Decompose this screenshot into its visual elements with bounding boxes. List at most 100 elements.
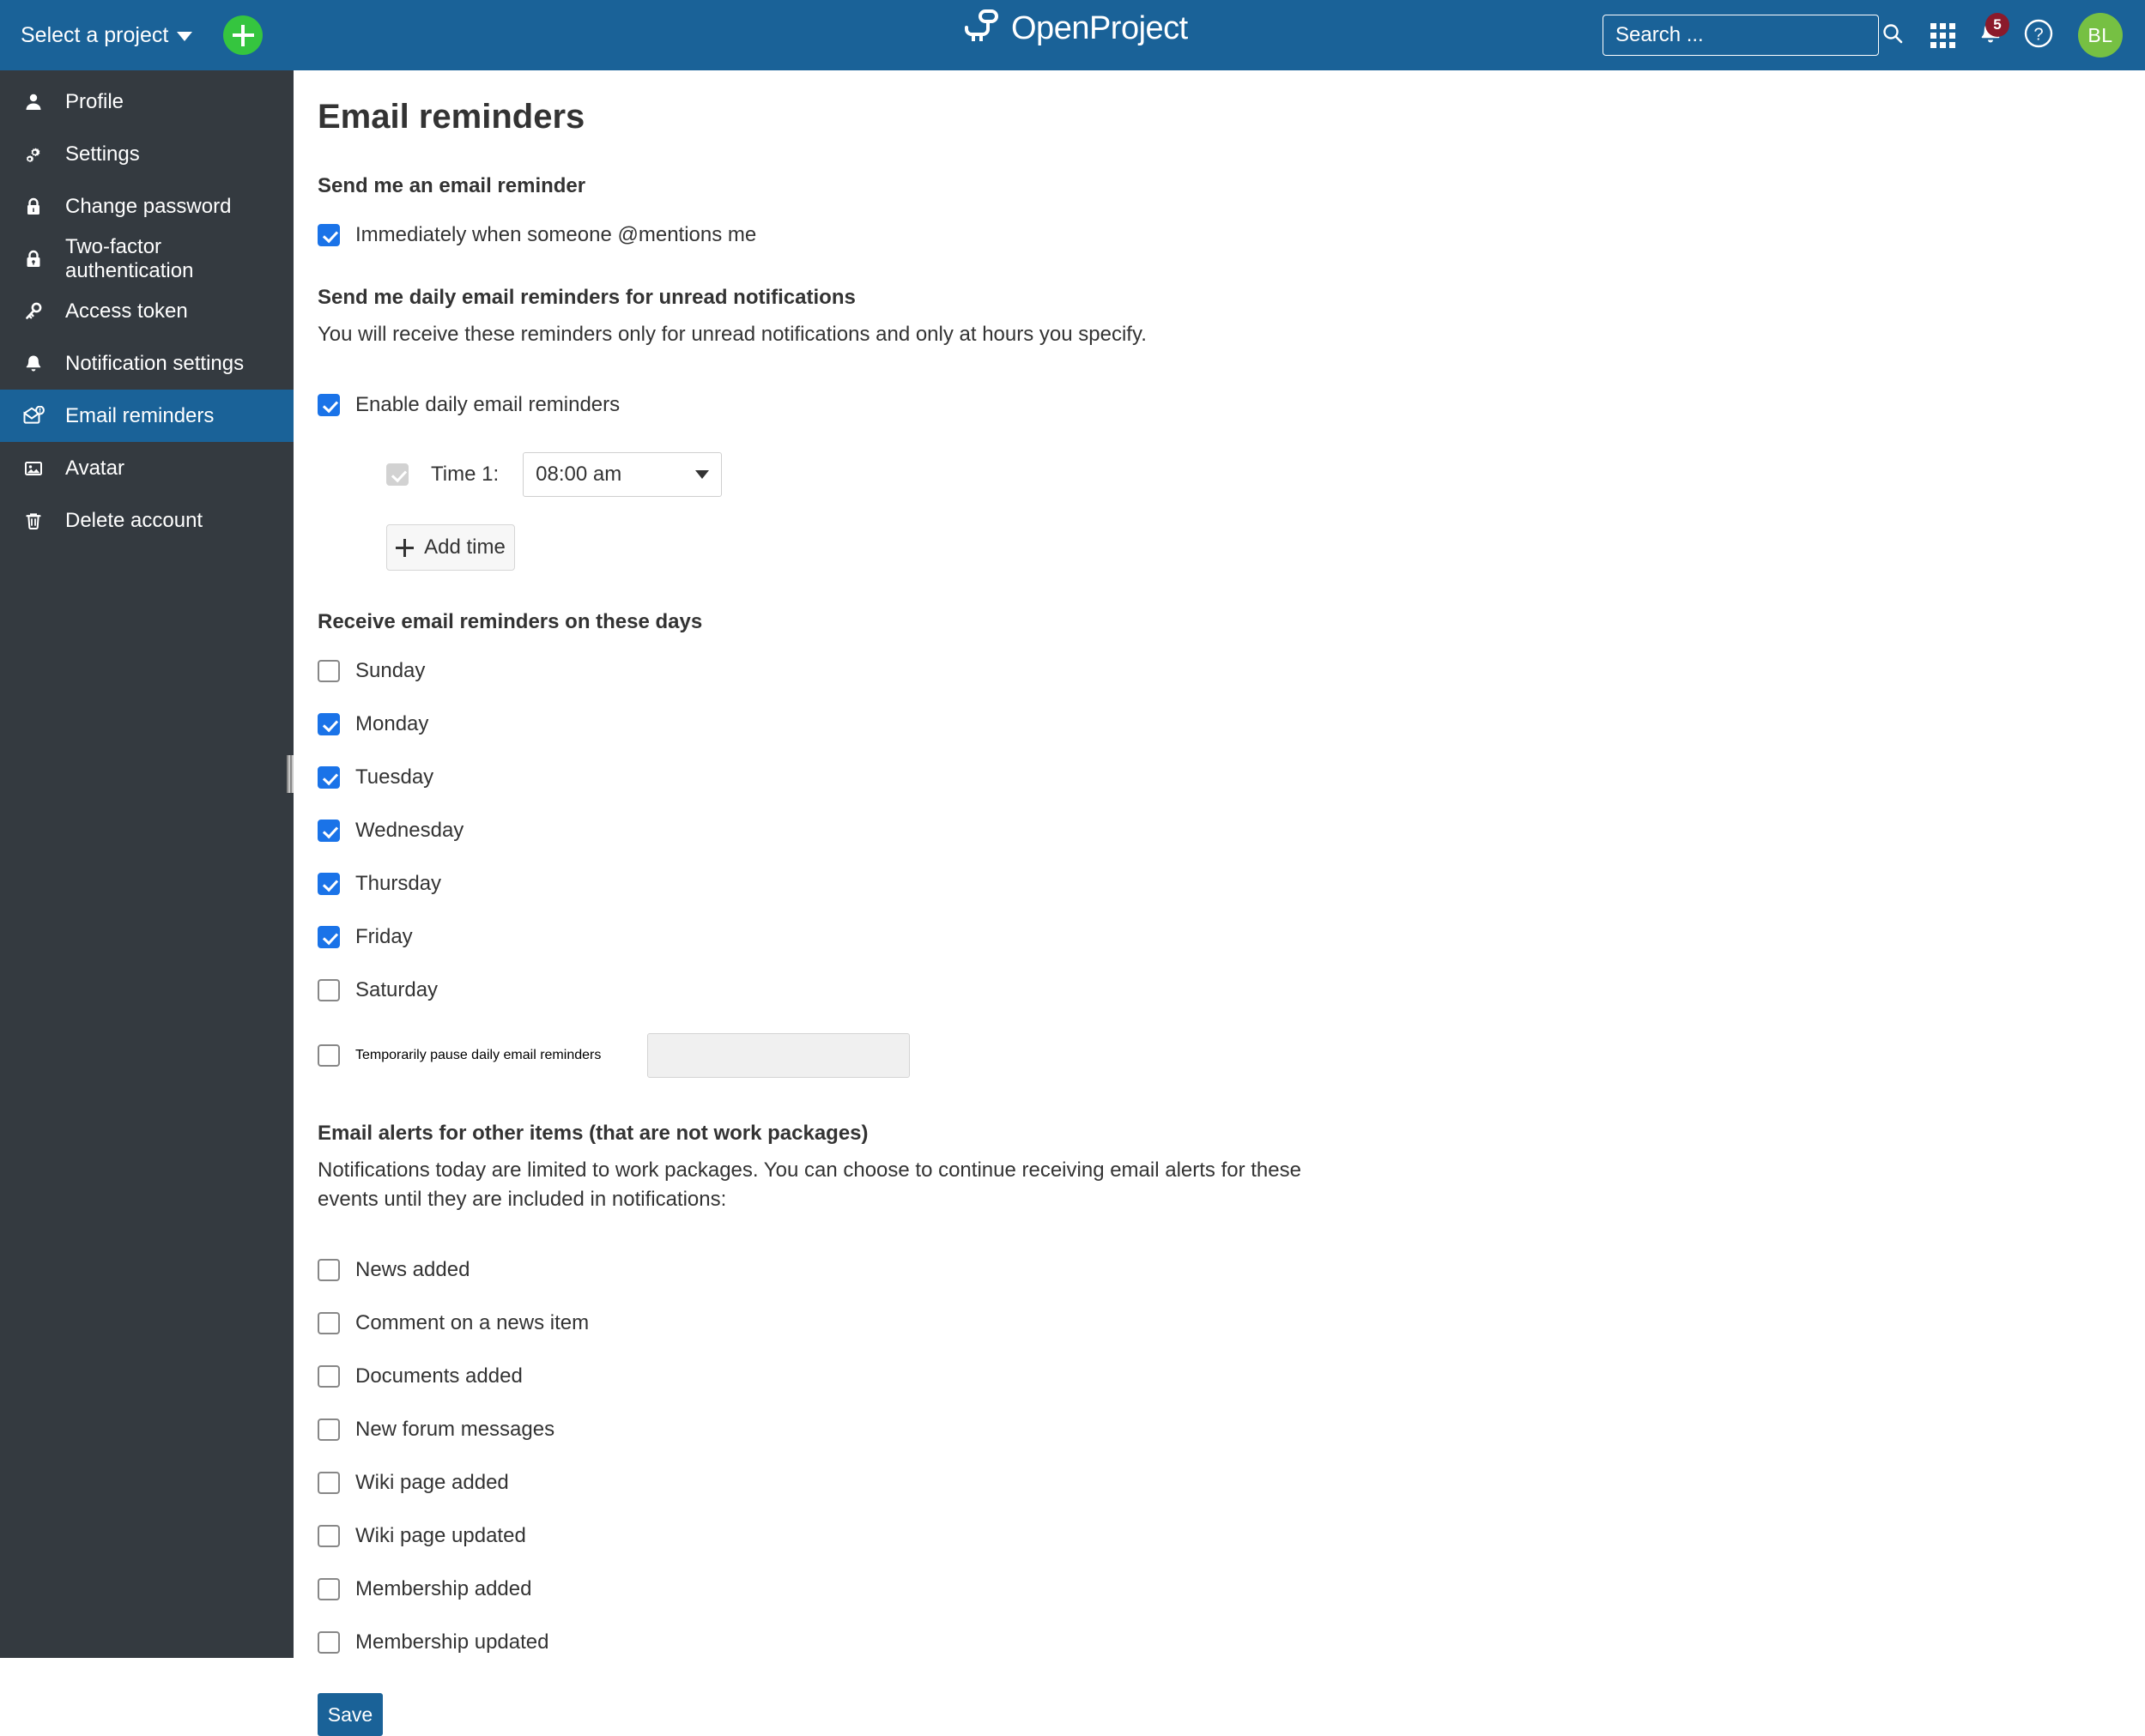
modules-button[interactable] xyxy=(1918,11,1966,59)
alert-label: Wiki page added xyxy=(355,1471,509,1495)
enable-daily-reminders-row[interactable]: Enable daily email reminders xyxy=(318,378,2145,432)
alert-label: Comment on a news item xyxy=(355,1311,590,1335)
project-select-button[interactable]: Select a project xyxy=(21,23,193,48)
alert-row-membership-added[interactable]: Membership added xyxy=(318,1563,2145,1616)
mention-reminder-checkbox[interactable] xyxy=(318,224,340,246)
day-label: Tuesday xyxy=(355,765,434,789)
key-icon xyxy=(21,301,46,322)
image-icon xyxy=(21,458,46,479)
save-button[interactable]: Save xyxy=(318,1693,383,1736)
alert-checkbox-wiki-page-added[interactable] xyxy=(318,1472,340,1495)
day-row-sunday[interactable]: Sunday xyxy=(318,644,2145,698)
pause-reminders-row: Temporarily pause daily email reminders xyxy=(318,1029,2145,1082)
avatar[interactable]: BL xyxy=(2078,13,2123,57)
alert-label: Membership added xyxy=(355,1577,532,1601)
email-reminders-form: Send me an email reminder Immediately wh… xyxy=(318,174,2145,1736)
help-button[interactable]: ? xyxy=(2015,11,2063,59)
notification-badge: 5 xyxy=(1985,13,2009,37)
alert-checkbox-membership-updated[interactable] xyxy=(318,1631,340,1654)
alert-checkbox-documents-added[interactable] xyxy=(318,1365,340,1388)
notifications-button[interactable]: 5 xyxy=(1966,11,2015,59)
add-time-label: Add time xyxy=(424,535,506,560)
question-mark-icon: ? xyxy=(2022,17,2055,54)
alert-checkbox-news-added[interactable] xyxy=(318,1259,340,1282)
day-label: Friday xyxy=(355,925,413,949)
sidebar-item-delete-account[interactable]: Delete account xyxy=(0,494,294,547)
day-label: Thursday xyxy=(355,872,442,896)
alert-row-news-added[interactable]: News added xyxy=(318,1243,2145,1297)
sidebar-item-label: Profile xyxy=(65,89,124,113)
alert-label: Membership updated xyxy=(355,1630,549,1654)
alert-checkbox-membership-added[interactable] xyxy=(318,1578,340,1601)
global-search[interactable] xyxy=(1603,15,1903,56)
search-icon[interactable] xyxy=(1881,22,1904,49)
sidebar-item-label: Avatar xyxy=(65,456,124,480)
alert-row-documents-added[interactable]: Documents added xyxy=(318,1350,2145,1403)
header-actions: 5 ? BL xyxy=(1603,0,2145,70)
time-row-1: Time 1: 08:00 am xyxy=(386,452,2145,498)
alert-checkbox-new-forum-messages[interactable] xyxy=(318,1418,340,1442)
openproject-mark-icon xyxy=(960,9,999,47)
section-description-daily: You will receive these reminders only fo… xyxy=(318,323,1147,346)
day-label: Wednesday xyxy=(355,819,464,843)
alert-row-comment-on-news-item[interactable]: Comment on a news item xyxy=(318,1297,2145,1350)
day-row-monday[interactable]: Monday xyxy=(318,698,2145,751)
sidebar-item-notification-settings[interactable]: Notification settings xyxy=(0,337,294,390)
day-checkbox-wednesday[interactable] xyxy=(318,820,340,843)
day-label: Sunday xyxy=(355,659,426,683)
lock-icon xyxy=(21,197,46,217)
page-title: Email reminders xyxy=(318,98,585,136)
sidebar-item-label: Settings xyxy=(65,142,140,166)
chevron-down-icon xyxy=(177,32,193,41)
add-button[interactable] xyxy=(223,15,264,55)
day-checkbox-sunday[interactable] xyxy=(318,660,340,683)
section-heading-daily: Send me daily email reminders for unread… xyxy=(318,286,856,309)
pause-date-input[interactable] xyxy=(647,1033,911,1079)
sidebar-item-settings[interactable]: Settings xyxy=(0,128,294,180)
grid-icon xyxy=(1930,22,1955,48)
alert-label: New forum messages xyxy=(355,1418,555,1442)
day-checkbox-monday[interactable] xyxy=(318,713,340,736)
mention-reminder-row[interactable]: Immediately when someone @mentions me xyxy=(318,209,2145,262)
day-checkbox-saturday[interactable] xyxy=(318,979,340,1002)
pause-reminders-checkbox[interactable] xyxy=(318,1044,340,1068)
sidebar-item-email-reminders[interactable]: Email reminders xyxy=(0,390,294,442)
sidebar-item-two-factor-authentication[interactable]: Two-factor authentication xyxy=(0,233,294,285)
day-checkbox-thursday[interactable] xyxy=(318,873,340,896)
day-label: Saturday xyxy=(355,978,439,1002)
day-checkbox-friday[interactable] xyxy=(318,926,340,949)
plus-icon xyxy=(232,24,254,46)
day-row-saturday[interactable]: Saturday xyxy=(318,964,2145,1017)
envelope-alert-icon xyxy=(21,405,46,426)
sidebar-item-access-token[interactable]: Access token xyxy=(0,285,294,337)
section-heading-days: Receive email reminders on these days xyxy=(318,610,703,634)
sidebar-item-profile[interactable]: Profile xyxy=(0,76,294,128)
alert-row-wiki-page-updated[interactable]: Wiki page updated xyxy=(318,1509,2145,1563)
alert-label: News added xyxy=(355,1258,470,1282)
sidebar-item-avatar[interactable]: Avatar xyxy=(0,442,294,494)
alert-row-wiki-page-added[interactable]: Wiki page added xyxy=(318,1456,2145,1509)
add-time-button[interactable]: Add time xyxy=(386,524,515,572)
alert-row-new-forum-messages[interactable]: New forum messages xyxy=(318,1403,2145,1456)
sidebar-item-label: Email reminders xyxy=(65,403,215,427)
day-row-thursday[interactable]: Thursday xyxy=(318,857,2145,910)
day-row-wednesday[interactable]: Wednesday xyxy=(318,804,2145,857)
day-row-friday[interactable]: Friday xyxy=(318,910,2145,964)
alert-row-membership-updated[interactable]: Membership updated xyxy=(318,1616,2145,1669)
chevron-down-icon xyxy=(695,470,710,480)
search-input[interactable] xyxy=(1615,23,1881,47)
day-checkbox-tuesday[interactable] xyxy=(318,766,340,789)
enable-daily-reminders-checkbox[interactable] xyxy=(318,394,340,417)
gears-icon xyxy=(21,144,46,165)
sidebar-resize-handle[interactable] xyxy=(287,755,294,793)
lock-shield-icon xyxy=(21,249,46,269)
alert-checkbox-comment-on-news-item[interactable] xyxy=(318,1312,340,1335)
day-row-tuesday[interactable]: Tuesday xyxy=(318,751,2145,804)
bell-icon xyxy=(21,354,46,374)
openproject-logo[interactable]: OpenProject xyxy=(960,9,1188,47)
sidebar-item-change-password[interactable]: Change password xyxy=(0,180,294,233)
alert-checkbox-wiki-page-updated[interactable] xyxy=(318,1525,340,1548)
time-1-checkbox xyxy=(386,463,409,487)
time-1-select[interactable]: 08:00 am xyxy=(523,452,723,498)
section-heading-alerts: Email alerts for other items (that are n… xyxy=(318,1122,869,1146)
